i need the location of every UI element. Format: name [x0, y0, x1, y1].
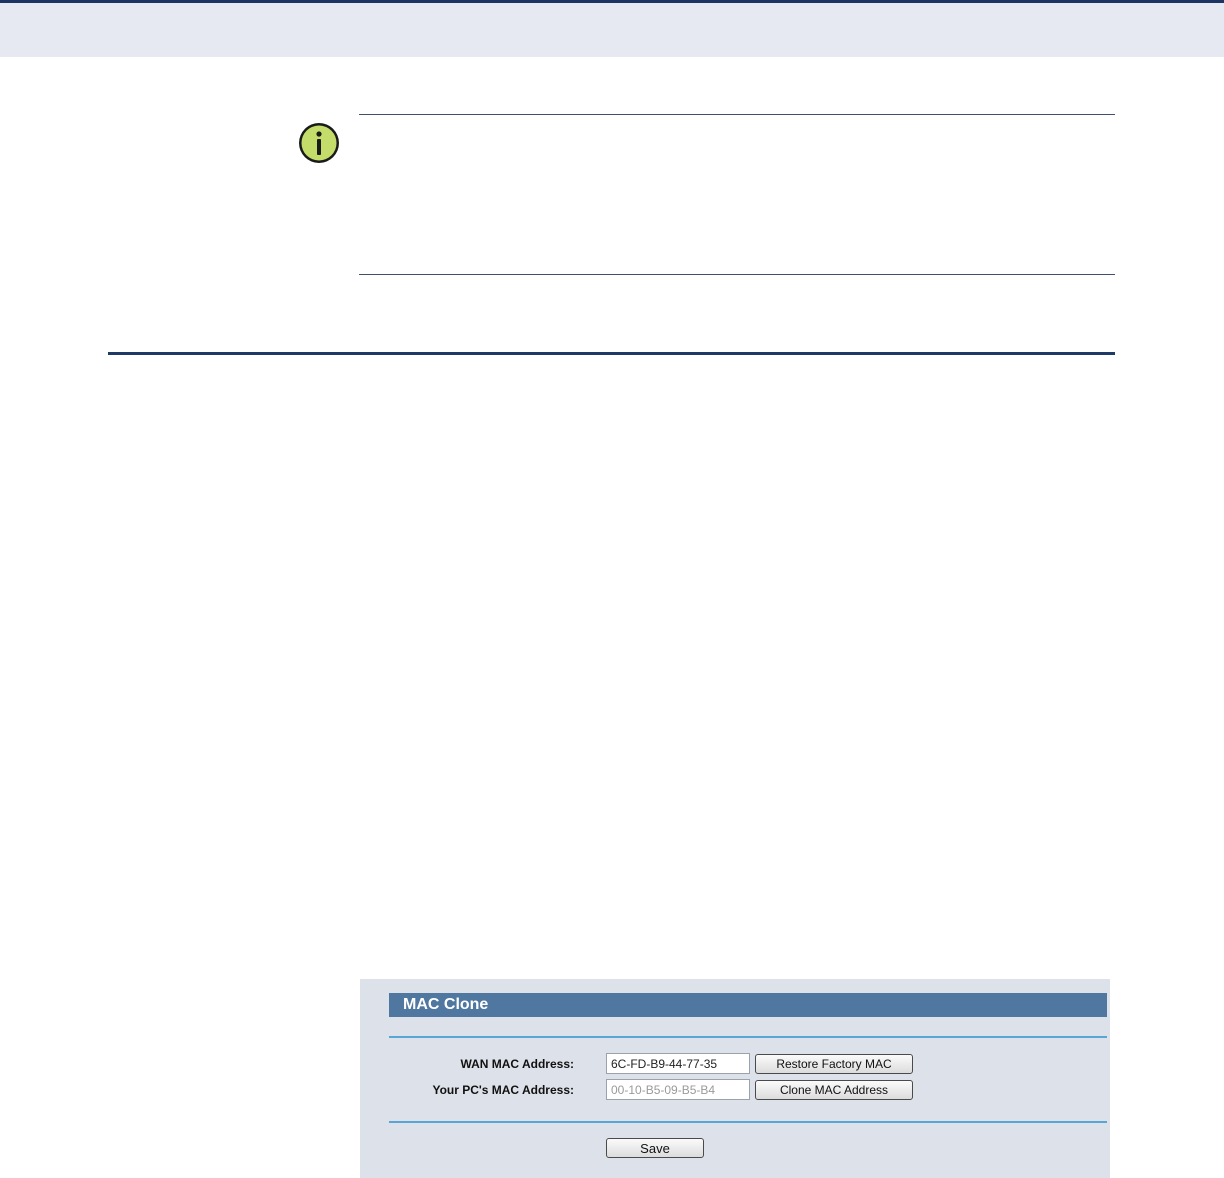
- pc-mac-label: Your PC's MAC Address:: [432, 1083, 574, 1097]
- info-icon: [297, 121, 341, 165]
- wan-mac-label: WAN MAC Address:: [460, 1057, 574, 1071]
- pc-mac-input[interactable]: [606, 1079, 750, 1100]
- page-header-band: [0, 0, 1224, 57]
- restore-factory-mac-button[interactable]: Restore Factory MAC: [755, 1054, 913, 1074]
- panel-divider-top: [389, 1036, 1107, 1038]
- mac-clone-panel: MAC Clone WAN MAC Address: Restore Facto…: [360, 979, 1110, 1178]
- panel-divider-bottom: [389, 1121, 1107, 1123]
- save-button[interactable]: Save: [606, 1138, 704, 1158]
- note-top-divider: [359, 114, 1115, 115]
- note-bottom-divider: [359, 274, 1115, 275]
- panel-title: MAC Clone: [389, 993, 1107, 1017]
- clone-mac-address-button[interactable]: Clone MAC Address: [755, 1080, 913, 1100]
- section-divider: [108, 352, 1115, 355]
- wan-mac-input[interactable]: [606, 1053, 750, 1074]
